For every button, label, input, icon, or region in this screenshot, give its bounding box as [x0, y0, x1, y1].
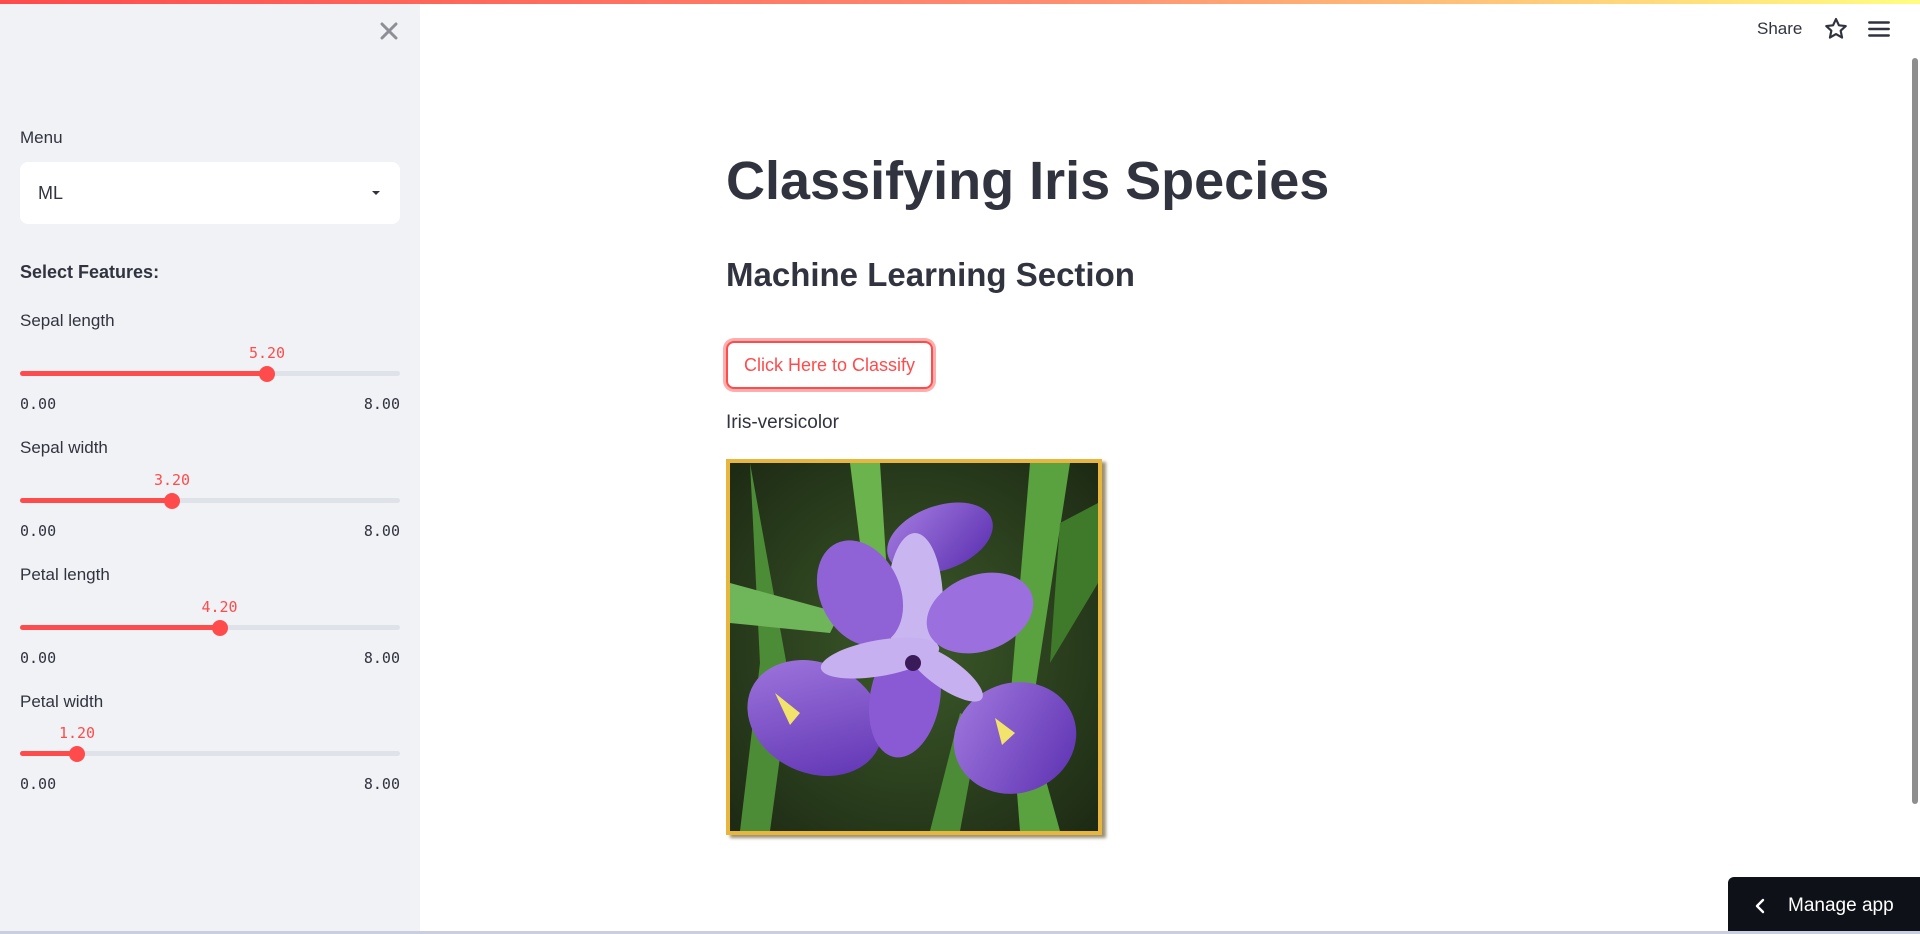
menu-select-value: ML — [38, 182, 64, 203]
slider-min: 0.00 — [20, 649, 57, 667]
scrollbar-thumb[interactable] — [1912, 58, 1918, 804]
star-icon[interactable] — [1823, 16, 1849, 42]
select-features-heading: Select Features: — [20, 262, 160, 282]
slider-min: 0.00 — [20, 775, 57, 793]
slider-track — [20, 498, 400, 503]
hamburger-menu-icon[interactable] — [1866, 16, 1892, 42]
menu-select[interactable]: ML — [20, 162, 400, 224]
share-button[interactable]: Share — [1757, 19, 1802, 39]
slider-max: 8.00 — [363, 775, 400, 793]
slider-max: 8.00 — [363, 395, 400, 413]
slider-max: 8.00 — [363, 649, 400, 667]
slider-max: 8.00 — [363, 522, 400, 540]
slider-petal-width[interactable]: 1.20 0.00 8.00 — [20, 707, 400, 793]
top-decoration-bar — [0, 0, 1920, 4]
iris-flower-image — [726, 459, 1102, 835]
slider-value: 3.20 — [153, 471, 191, 489]
chevron-left-icon — [1755, 898, 1765, 913]
slider-thumb[interactable] — [211, 620, 228, 636]
classification-result: Iris-versicolor — [726, 412, 839, 433]
slider-min: 0.00 — [20, 395, 57, 413]
slider-value: 4.20 — [201, 598, 238, 616]
slider-fill — [20, 498, 172, 503]
slider-value: 5.20 — [248, 344, 286, 362]
section-title: Machine Learning Section — [726, 256, 1135, 293]
slider-thumb[interactable] — [164, 493, 180, 509]
slider-track — [20, 625, 400, 630]
sidebar: Menu ML Select Features: Sepal length 5.… — [0, 0, 420, 934]
slider-min: 0.00 — [20, 522, 57, 540]
close-icon — [380, 22, 398, 40]
manage-app-button[interactable]: Manage app — [1728, 877, 1920, 934]
slider-thumb[interactable] — [69, 746, 85, 762]
caret-down-icon — [372, 191, 380, 195]
slider-fill — [20, 371, 267, 376]
sidebar-close-button[interactable] — [374, 16, 404, 46]
manage-app-label: Manage app — [1788, 894, 1894, 916]
slider-thumb[interactable] — [259, 366, 275, 382]
slider-sepal-length[interactable]: 5.20 0.00 8.00 — [20, 327, 400, 413]
slider-petal-length[interactable]: 4.20 0.00 8.00 — [20, 581, 400, 667]
slider-value: 1.20 — [58, 724, 96, 742]
slider-sepal-width[interactable]: 3.20 0.00 8.00 — [20, 454, 400, 540]
slider-fill — [20, 625, 220, 630]
slider-track — [20, 371, 400, 376]
menu-label: Menu — [20, 128, 63, 147]
page-title: Classifying Iris Species — [726, 151, 1330, 211]
classify-button[interactable]: Click Here to Classify — [726, 341, 934, 389]
